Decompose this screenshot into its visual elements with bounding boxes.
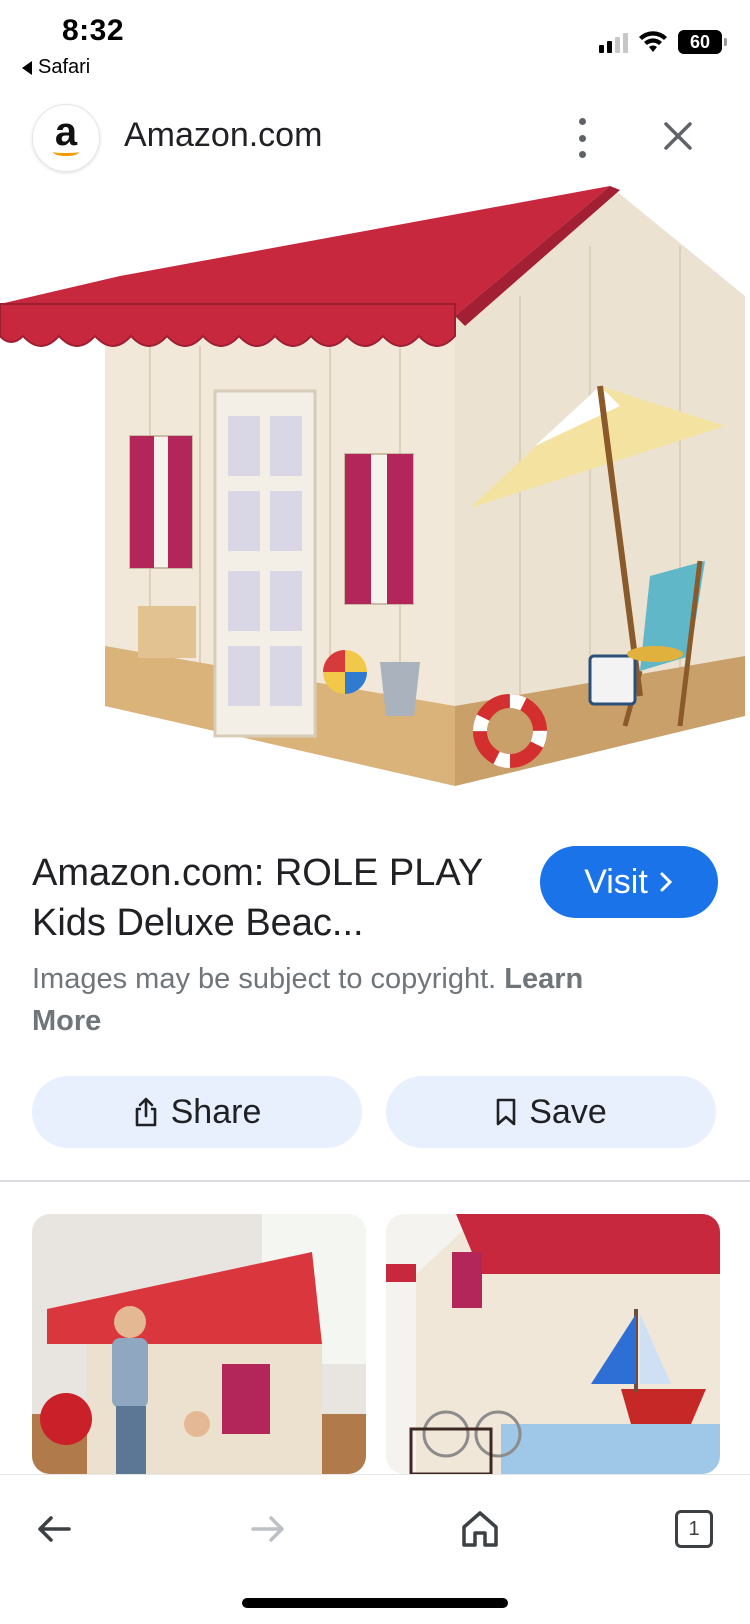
amazon-logo-letter: a — [54, 110, 78, 154]
cellular-signal-icon — [599, 31, 628, 53]
visit-label: Visit — [584, 862, 648, 901]
status-bar: 8:32 Safari 60 — [0, 0, 750, 88]
share-button[interactable]: Share — [32, 1076, 362, 1148]
viewer-header: a Amazon.com — [0, 96, 750, 184]
arrow-right-icon — [251, 1516, 284, 1542]
arrow-left-icon — [38, 1516, 71, 1542]
tab-count: 1 — [675, 1510, 713, 1548]
back-app-label: Safari — [38, 56, 91, 78]
battery-icon: 60 — [678, 30, 727, 54]
status-time: 8:32 — [62, 14, 125, 47]
section-divider — [0, 1180, 750, 1182]
site-favicon[interactable]: a — [32, 104, 100, 172]
visit-button[interactable]: Visit — [540, 846, 718, 918]
back-triangle-icon — [22, 60, 32, 75]
save-button[interactable]: Save — [386, 1076, 716, 1148]
amazon-smile-icon — [53, 148, 79, 156]
wifi-icon — [639, 31, 667, 52]
close-icon[interactable] — [660, 118, 696, 154]
main-product-image[interactable] — [0, 186, 750, 822]
system-icons: 60 — [599, 30, 727, 54]
bookmark-icon — [496, 1098, 516, 1126]
result-title[interactable]: Amazon.com: ROLE PLAY Kids Deluxe Beac..… — [32, 848, 512, 948]
chevron-right-icon — [660, 872, 672, 892]
related-image-2[interactable] — [386, 1214, 720, 1474]
save-label: Save — [529, 1092, 607, 1131]
tabs-button[interactable]: 1 — [664, 1499, 724, 1559]
forward-button[interactable] — [238, 1499, 298, 1559]
copyright-text: Images may be subject to copyright. — [32, 963, 497, 995]
home-indicator[interactable] — [242, 1598, 508, 1608]
site-title[interactable]: Amazon.com — [124, 116, 322, 155]
back-button[interactable] — [24, 1499, 84, 1559]
battery-level: 60 — [689, 31, 711, 52]
related-image-1[interactable] — [32, 1214, 366, 1474]
back-to-app-link[interactable]: Safari — [22, 56, 90, 79]
share-icon — [135, 1097, 156, 1127]
copyright-notice: Images may be subject to copyright. Lear… — [32, 958, 652, 1042]
share-label: Share — [170, 1092, 262, 1131]
home-icon — [462, 1511, 498, 1547]
more-options-button[interactable] — [568, 118, 596, 158]
home-button[interactable] — [450, 1499, 510, 1559]
